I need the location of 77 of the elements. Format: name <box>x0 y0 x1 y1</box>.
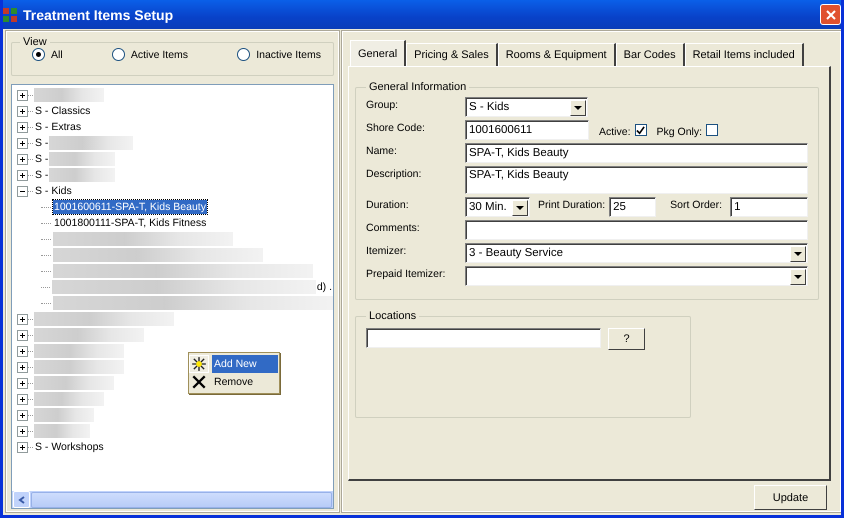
input-field[interactable]: 25 <box>609 197 656 217</box>
expand-icon[interactable] <box>17 106 28 116</box>
radio-label: Inactive Items <box>256 48 321 60</box>
close-icon <box>826 10 836 20</box>
tree-item[interactable]: S - <box>34 168 50 182</box>
input-field[interactable] <box>465 220 808 240</box>
expand-icon[interactable] <box>17 90 28 100</box>
tree-item[interactable]: S - Kids <box>34 184 73 198</box>
tree-item[interactable]: 1001600611-SPA-T, Kids Beauty <box>53 200 207 214</box>
expand-icon[interactable] <box>17 138 28 148</box>
expand-icon[interactable] <box>17 154 28 164</box>
checkbox[interactable] <box>634 124 647 136</box>
radio-label: Active Items <box>130 48 188 60</box>
remove-icon <box>190 374 208 390</box>
expand-icon[interactable] <box>17 394 28 404</box>
expand-icon[interactable] <box>17 442 28 452</box>
field-label: Duration: <box>366 198 410 211</box>
text-area[interactable]: SPA-T, Kids Beauty <box>465 166 808 194</box>
tree-item[interactable]: S - Classics <box>34 104 92 118</box>
app-icon <box>3 6 18 22</box>
tab[interactable]: Pricing & Sales <box>406 43 498 66</box>
field-label: Comments: <box>366 221 421 234</box>
expand-icon[interactable] <box>17 314 28 324</box>
field-label: Group: <box>366 98 400 111</box>
tab[interactable]: Retail Items included <box>684 43 804 66</box>
field-label: Prepaid Itemizer: <box>366 267 446 280</box>
radio-label: All <box>51 48 63 60</box>
expand-icon[interactable] <box>17 378 28 388</box>
tab[interactable]: Rooms & Equipment <box>498 43 616 66</box>
update-button[interactable]: Update <box>754 485 827 510</box>
group-title: General Information <box>368 81 468 93</box>
group-title: View <box>22 36 48 48</box>
tree-item[interactable]: S - Workshops <box>34 440 105 454</box>
checkbox-label: Pkg Only: <box>656 125 702 138</box>
radio-option[interactable]: Active Items <box>112 48 188 61</box>
expand-icon[interactable] <box>17 330 28 340</box>
input-field[interactable] <box>366 328 601 348</box>
field-label: Description: <box>366 167 422 180</box>
tree-item[interactable]: S - <box>34 152 50 166</box>
radio-button[interactable] <box>32 48 45 61</box>
prepaid-itemizer-dropdown[interactable] <box>465 266 808 286</box>
tab[interactable]: General <box>350 40 406 66</box>
close-button[interactable] <box>820 4 841 25</box>
tree-item-fragment: d) . <box>316 280 333 294</box>
collapse-icon[interactable] <box>17 186 28 196</box>
field-label: Sort Order: <box>670 198 722 211</box>
expand-icon[interactable] <box>17 362 28 372</box>
radio-option[interactable]: Inactive Items <box>237 48 321 61</box>
field-label: Name: <box>366 144 398 157</box>
field-label: Itemizer: <box>366 244 408 257</box>
lookup-button[interactable]: ? <box>608 328 645 350</box>
input-field[interactable]: 1 <box>730 197 808 217</box>
tab[interactable]: Bar Codes <box>616 43 685 66</box>
checkbox-label: Active: <box>599 125 631 138</box>
tree-item[interactable]: 1001800111-SPA-T, Kids Fitness <box>53 216 208 230</box>
expand-icon[interactable] <box>17 122 28 132</box>
duration-dropdown[interactable]: 30 Min. <box>465 197 530 217</box>
itemizer-dropdown[interactable]: 3 - Beauty Service <box>465 243 808 263</box>
radio-button[interactable] <box>237 48 250 61</box>
radio-option[interactable]: All <box>32 48 63 61</box>
input-field[interactable]: 1001600611 <box>465 120 589 140</box>
tree-item[interactable]: S - Extras <box>34 120 82 134</box>
menu-item[interactable]: Remove <box>190 373 278 391</box>
expand-icon[interactable] <box>17 410 28 420</box>
window-title: Treatment Items Setup <box>23 6 174 22</box>
field-label: Shore Code: <box>366 121 426 134</box>
expand-icon[interactable] <box>17 346 28 356</box>
checkbox[interactable] <box>706 124 718 136</box>
scroll-left-button[interactable] <box>13 491 30 508</box>
expand-icon[interactable] <box>17 170 28 180</box>
group-title: Locations <box>368 310 418 322</box>
expand-icon[interactable] <box>17 426 28 436</box>
input-field[interactable]: SPA-T, Kids Beauty <box>465 143 808 163</box>
group-dropdown[interactable]: S - Kids <box>465 97 588 117</box>
field-label: Print Duration: <box>538 198 606 211</box>
tree-item[interactable]: S - <box>34 136 50 150</box>
radio-button[interactable] <box>112 48 125 61</box>
